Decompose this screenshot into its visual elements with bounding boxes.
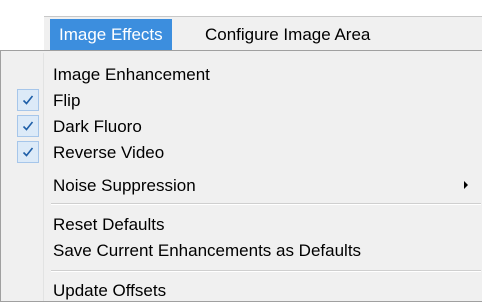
menu-bar: Image Effects Configure Image Area xyxy=(44,16,482,50)
menu-item-label: Image Enhancement xyxy=(53,65,210,84)
menu-item-noise-suppression[interactable]: Noise Suppression xyxy=(1,173,479,200)
menu-item-label: Dark Fluoro xyxy=(53,117,142,136)
menu-item-label: Save Current Enhancements as Defaults xyxy=(53,241,362,260)
menu-item-reset-defaults[interactable]: Reset Defaults xyxy=(1,212,479,239)
menu-image-effects[interactable]: Image Effects xyxy=(50,19,172,50)
menu-item-dark-fluoro[interactable]: Dark Fluoro xyxy=(1,114,479,141)
menu-item-label: Flip xyxy=(53,91,81,110)
check-indicator xyxy=(17,141,39,163)
menu-item-reverse-video[interactable]: Reverse Video xyxy=(1,140,479,167)
menu-item-update-offsets[interactable]: Update Offsets xyxy=(1,278,479,305)
submenu-arrow-icon xyxy=(464,181,468,189)
menu-item-label: Noise Suppression xyxy=(53,176,196,195)
menu-item-label: Reverse Video xyxy=(53,143,165,162)
menu-separator xyxy=(51,203,481,205)
menu-item-image-enhancement[interactable]: Image Enhancement xyxy=(1,62,479,89)
image-effects-dropdown: Image Enhancement Flip Dark Fluoro Rever… xyxy=(0,50,482,302)
check-icon xyxy=(22,121,34,131)
check-indicator xyxy=(17,115,39,137)
menu-separator xyxy=(51,270,481,272)
check-icon xyxy=(22,147,34,157)
menu-item-save-current-enhancements[interactable]: Save Current Enhancements as Defaults xyxy=(1,238,479,265)
check-indicator xyxy=(17,89,39,111)
menu-item-flip[interactable]: Flip xyxy=(1,88,479,115)
check-icon xyxy=(22,95,34,105)
menu-configure-image-area[interactable]: Configure Image Area xyxy=(196,19,379,50)
menu-item-label: Reset Defaults xyxy=(53,215,165,234)
